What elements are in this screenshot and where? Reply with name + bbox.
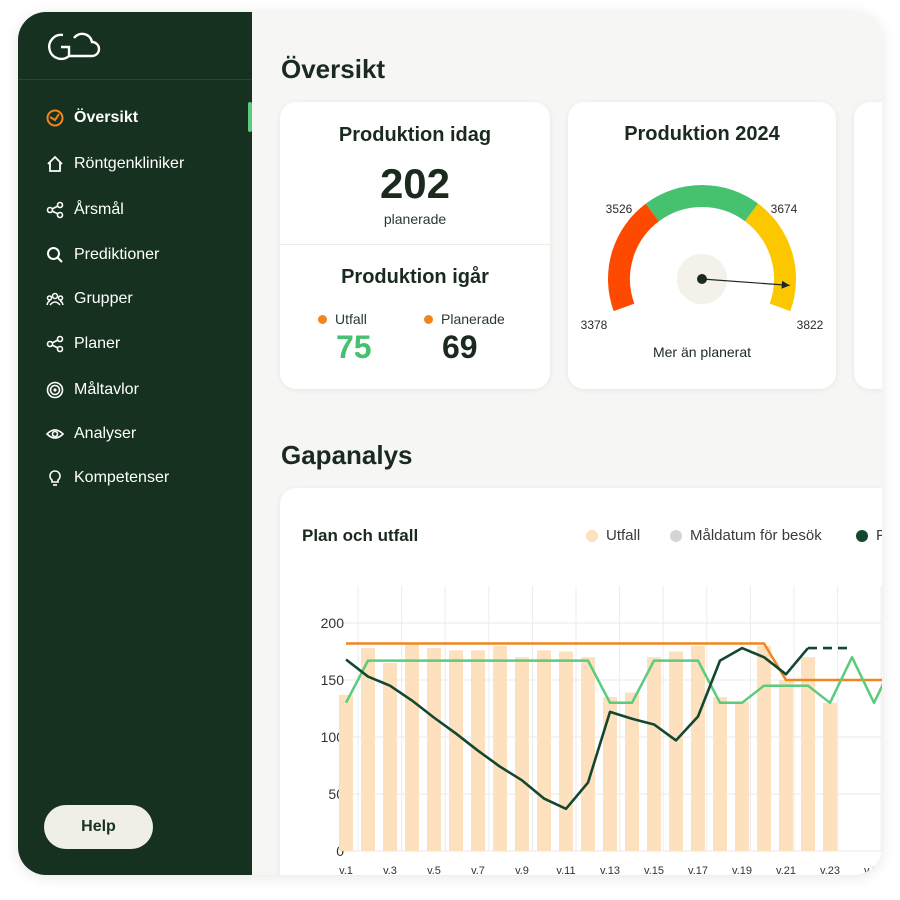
gauge-segment: [744, 203, 796, 312]
planned-value: 69: [442, 329, 478, 365]
utfall-bar: [493, 645, 507, 851]
search-icon: [46, 246, 64, 264]
sidebar-item-label: Prediktioner: [74, 246, 160, 263]
y-tick-label: 200: [321, 615, 345, 631]
sidebar-item-prediktioner[interactable]: Prediktioner: [46, 243, 159, 267]
target-icon: [46, 381, 64, 399]
utfall-bar: [581, 657, 595, 851]
utfall-bar: [339, 694, 353, 851]
sidebar-item-label: Måltavlor: [74, 381, 139, 398]
x-tick-label: v.21: [776, 865, 796, 875]
utfall-bar: [405, 644, 419, 851]
x-tick-label: v.1: [339, 865, 353, 875]
sidebar-item-planer[interactable]: Planer: [46, 332, 120, 356]
production-today-card: Produktion idag 202 planerade Produktion…: [280, 102, 550, 389]
x-tick-label: v.3: [383, 865, 397, 875]
sidebar-item-analyser[interactable]: Analyser: [46, 422, 136, 446]
help-button[interactable]: Help: [44, 805, 153, 849]
utfall-bar: [779, 680, 793, 851]
sidebar-item-arsmal[interactable]: Årsmål: [46, 198, 124, 222]
gauge-tick-3526: 3526: [606, 202, 633, 216]
production-today-value: 202: [379, 160, 451, 207]
outcome-dot: [318, 314, 327, 324]
overview-icon: [46, 109, 64, 127]
share-icon: [46, 335, 64, 353]
sidebar-item-label: Översikt: [74, 109, 139, 126]
utfall-bar: [515, 657, 529, 851]
utfall-bar: [647, 657, 661, 851]
utfall-bar: [757, 645, 771, 851]
sidebar-item-label: Planer: [74, 335, 121, 352]
x-tick-label: v.9: [515, 865, 529, 875]
outcome-value: 75: [336, 329, 372, 365]
group-icon: [46, 290, 64, 308]
outcome-label-row: Utfall: [318, 311, 367, 327]
sidebar-item-kompetenser[interactable]: Kompetenser: [46, 466, 169, 490]
sidebar-item-grupper[interactable]: Grupper: [46, 287, 133, 311]
sidebar-divider: [18, 79, 252, 80]
app-window: Översikt Röntgenkliniker Årsmål Predikti…: [18, 12, 882, 875]
outcome-label: Utfall: [335, 311, 367, 327]
sidebar-item-rontgenkliniker[interactable]: Röntgenkliniker: [46, 152, 184, 176]
plan-outcome-card: Plan och utfall Utfall Måldatum för besö…: [280, 488, 882, 875]
utfall-bar: [713, 697, 727, 851]
x-tick-label: v.5: [427, 865, 441, 875]
production-year-card: Produktion 2024 3526 3674 3378 3822 Mer än …: [568, 102, 836, 389]
active-indicator: [248, 102, 252, 132]
utfall-bar: [603, 697, 617, 851]
sidebar-item-label: Kompetenser: [74, 469, 170, 486]
lightbulb-icon: [46, 469, 64, 487]
production-gauge: 3526 3674 3378 3822: [581, 185, 824, 332]
home-icon: [46, 155, 64, 173]
logo-icon: [48, 32, 101, 61]
production-year-title: Produktion 2024: [624, 123, 780, 145]
page-title: Översikt: [281, 54, 386, 84]
sidebar: Översikt Röntgenkliniker Årsmål Predikti…: [18, 12, 252, 875]
planned-dot: [424, 314, 433, 324]
utfall-bar: [559, 651, 573, 851]
sidebar-item-oversikt[interactable]: Översikt: [46, 106, 138, 130]
gap-section-title: Gapanalys: [281, 440, 413, 470]
sidebar-item-label: Röntgenkliniker: [74, 155, 185, 172]
x-tick-label: v.19: [732, 865, 752, 875]
x-tick-label: v.17: [688, 865, 708, 875]
gauge-hub: [697, 274, 707, 284]
sidebar-item-maltavlor[interactable]: Måltavlor: [46, 378, 139, 402]
gauge-tick-3822: 3822: [797, 318, 824, 332]
gauge-segment: [645, 185, 759, 222]
utfall-bar: [383, 662, 397, 851]
x-tick-label: v.11: [556, 865, 575, 875]
utfall-bar: [449, 650, 463, 851]
utfall-bar: [823, 702, 837, 851]
x-tick-label: v.23: [820, 865, 840, 875]
x-tick-label: v.15: [644, 865, 664, 875]
production-yesterday-title: Produktion igår: [341, 266, 489, 288]
sidebar-item-label: Analyser: [74, 425, 137, 442]
production-today-title: Produktion idag: [338, 124, 492, 146]
utfall-bar: [537, 650, 551, 851]
partial-card: [854, 102, 882, 389]
utfall-bar: [669, 651, 683, 851]
plan-outcome-chart: 050100150200v.1v.3v.5v.7v.9v.11v.13v.15v…: [321, 586, 882, 875]
sidebar-item-label: Årsmål: [74, 201, 124, 218]
sidebar-item-label: Grupper: [74, 290, 133, 307]
planned-label-row: Planerade: [424, 311, 505, 327]
gauge-segment: [608, 203, 660, 312]
utfall-bar: [735, 701, 749, 851]
gauge-caption: Mer än planerat: [652, 344, 752, 360]
planned-label: Planerade: [441, 311, 505, 327]
eye-icon: [46, 425, 64, 443]
card-divider: [280, 244, 550, 245]
y-tick-label: 150: [321, 672, 345, 688]
x-tick-label: v.25: [864, 865, 882, 875]
utfall-bar: [427, 648, 441, 851]
utfall-bar: [691, 645, 705, 851]
x-tick-label: v.7: [471, 865, 485, 875]
gauge-tick-3674: 3674: [771, 202, 798, 216]
production-today-sub: planerade: [383, 211, 447, 227]
gauge-tick-3378: 3378: [581, 318, 608, 332]
x-tick-label: v.13: [600, 865, 620, 875]
share-icon: [46, 201, 64, 219]
